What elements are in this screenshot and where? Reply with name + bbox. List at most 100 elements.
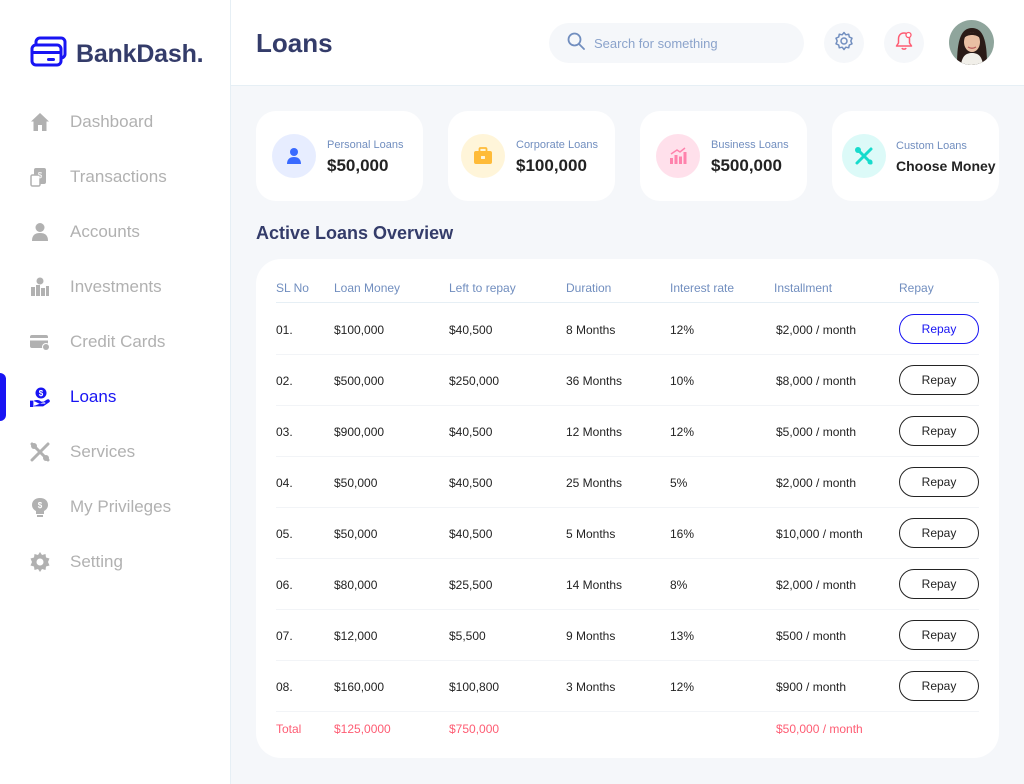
gear-icon (834, 31, 854, 56)
interest-rate: 8% (670, 578, 688, 592)
sl-no: 05. (276, 527, 293, 541)
search-icon (567, 32, 585, 55)
sidebar-item-label: My Privileges (70, 496, 172, 516)
sidebar-item-services[interactable]: Services (0, 424, 230, 479)
sl-no: 03. (276, 425, 293, 439)
repay-button[interactable]: Repay (899, 620, 979, 650)
sl-no: 01. (276, 323, 293, 337)
loan-money: $160,000 (334, 680, 385, 694)
sl-no: 02. (276, 374, 293, 388)
bell-icon (894, 31, 914, 56)
sidebar-item-label: Credit Cards (70, 331, 166, 351)
sidebar-item-investments[interactable]: Investments (0, 259, 230, 314)
sidebar: BankDash. Dashboard $ Transactions Accou… (0, 0, 231, 784)
sidebar-item-label: Services (70, 441, 136, 461)
loan-money: $900,000 (334, 425, 385, 439)
search-input[interactable] (594, 35, 794, 51)
column-header: Repay (899, 281, 934, 295)
sidebar-item-dashboard[interactable]: Dashboard (0, 94, 230, 149)
left-to-repay: $40,500 (449, 425, 493, 439)
loan-money: $12,000 (334, 629, 378, 643)
sidebar-item-label: Investments (70, 276, 162, 296)
loan-money: $50,000 (334, 476, 378, 490)
interest-rate: 13% (670, 629, 695, 643)
duration: 5 Months (566, 527, 616, 541)
column-header: SL No (276, 281, 309, 295)
card-label: Business Loans (711, 139, 789, 151)
column-header: Duration (566, 281, 612, 295)
sidebar-nav: Dashboard $ Transactions Accounts Invest… (0, 94, 230, 589)
sidebar-item-accounts[interactable]: Accounts (0, 204, 230, 259)
table-row: 07. $12,000 $5,500 9 Months 13% $500 / m… (256, 610, 999, 661)
card-label: Custom Loans (896, 140, 967, 152)
logo[interactable]: BankDash. (30, 36, 204, 73)
section-title: Active Loans Overview (256, 223, 454, 243)
loan-money: $100,000 (334, 323, 385, 337)
sidebar-item-loans[interactable]: $ Loans (0, 369, 230, 424)
chart-icon (656, 134, 700, 178)
search-bar[interactable] (549, 23, 804, 63)
loan-money: $80,000 (334, 578, 378, 592)
home-icon (30, 112, 50, 132)
repay-button[interactable]: Repay (899, 569, 979, 599)
repay-button[interactable]: Repay (899, 416, 979, 446)
installment: $2,000 / month (776, 323, 857, 337)
left-to-repay: $100,800 (449, 680, 500, 694)
duration: 36 Months (566, 374, 623, 388)
credit-card-icon (30, 332, 50, 352)
interest-rate: 16% (670, 527, 695, 541)
installment: $10,000 / month (776, 527, 863, 541)
duration: 14 Months (566, 578, 623, 592)
interest-rate: 5% (670, 476, 688, 490)
loan-icon: $ (30, 387, 50, 407)
sidebar-item-credit-cards[interactable]: Credit Cards (0, 314, 230, 369)
divider (276, 302, 979, 303)
installment: $500 / month (776, 629, 847, 643)
sidebar-item-label: Dashboard (70, 111, 154, 131)
page-title: Loans (256, 28, 333, 58)
sl-no: 06. (276, 578, 293, 592)
interest-rate: 12% (670, 323, 695, 337)
user-icon (30, 222, 50, 242)
card-label: Personal Loans (327, 139, 404, 151)
duration: 8 Months (566, 323, 616, 337)
personal-loans-card[interactable]: Personal Loans $50,000 (256, 111, 423, 201)
repay-button[interactable]: Repay (899, 365, 979, 395)
interest-rate: 12% (670, 425, 695, 439)
sidebar-item-my-privileges[interactable]: $ My Privileges (0, 479, 230, 534)
sidebar-item-transactions[interactable]: $ Transactions (0, 149, 230, 204)
card-value: $50,000 (327, 156, 389, 175)
notifications-button[interactable] (884, 23, 924, 63)
repay-button[interactable]: Repay (899, 467, 979, 497)
left-to-repay: $40,500 (449, 527, 493, 541)
settings-button[interactable] (824, 23, 864, 63)
installment: $2,000 / month (776, 476, 857, 490)
table-row: 01. $100,000 $40,500 8 Months 12% $2,000… (256, 304, 999, 355)
column-header: Loan Money (334, 281, 401, 295)
duration: 3 Months (566, 680, 616, 694)
repay-button[interactable]: Repay (899, 314, 979, 344)
duration: 12 Months (566, 425, 623, 439)
svg-text:$: $ (38, 171, 43, 180)
business-loans-card[interactable]: Business Loans $500,000 (640, 111, 807, 201)
sidebar-item-label: Accounts (70, 221, 140, 241)
repay-button[interactable]: Repay (899, 671, 979, 701)
table-row: 06. $80,000 $25,500 14 Months 8% $2,000 … (256, 559, 999, 610)
avatar[interactable] (949, 20, 994, 65)
card-label: Corporate Loans (516, 139, 598, 151)
user-icon (272, 134, 316, 178)
duration: 25 Months (566, 476, 623, 490)
repay-button[interactable]: Repay (899, 518, 979, 548)
sidebar-item-setting[interactable]: Setting (0, 534, 230, 589)
custom-loans-card[interactable]: Custom Loans Choose Money (832, 111, 999, 201)
sidebar-item-label: Transactions (70, 166, 167, 186)
total-label: Total (276, 722, 302, 736)
table-row: 03. $900,000 $40,500 12 Months 12% $5,00… (256, 406, 999, 457)
card-value: $500,000 (711, 156, 782, 175)
corporate-loans-card[interactable]: Corporate Loans $100,000 (448, 111, 615, 201)
loan-money: $500,000 (334, 374, 385, 388)
sl-no: 08. (276, 680, 293, 694)
installment: $5,000 / month (776, 425, 857, 439)
sl-no: 07. (276, 629, 293, 643)
gear-icon (30, 551, 50, 572)
